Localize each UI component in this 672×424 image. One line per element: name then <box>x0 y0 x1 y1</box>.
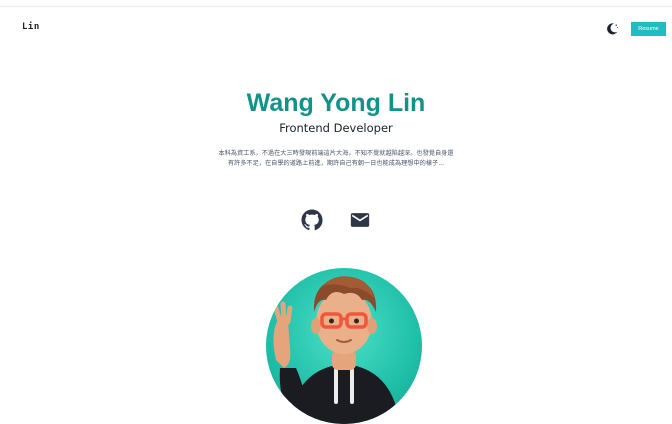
hero-section: Wang Yong Lin Frontend Developer 本科為資工系，… <box>0 88 672 169</box>
navbar: Lin Resume <box>0 18 672 40</box>
resume-button[interactable]: Resume <box>631 22 666 36</box>
email-icon <box>350 213 370 227</box>
avatar-illustration <box>273 276 400 424</box>
page-title: Wang Yong Lin <box>246 89 426 117</box>
github-link[interactable] <box>301 209 323 231</box>
theme-toggle-button[interactable] <box>604 21 620 37</box>
top-divider <box>0 6 672 7</box>
social-links <box>0 209 672 231</box>
avatar <box>266 268 422 424</box>
job-title: Frontend Developer <box>279 121 393 135</box>
bio-text: 本科為資工系，不過在大三時發現前端這片大海，不知不覺就越陷越深。也發覺自身還有許… <box>218 150 454 167</box>
moon-icon <box>607 23 619 35</box>
github-icon <box>301 209 323 231</box>
site-logo[interactable]: Lin <box>22 22 40 32</box>
email-link[interactable] <box>349 209 371 231</box>
